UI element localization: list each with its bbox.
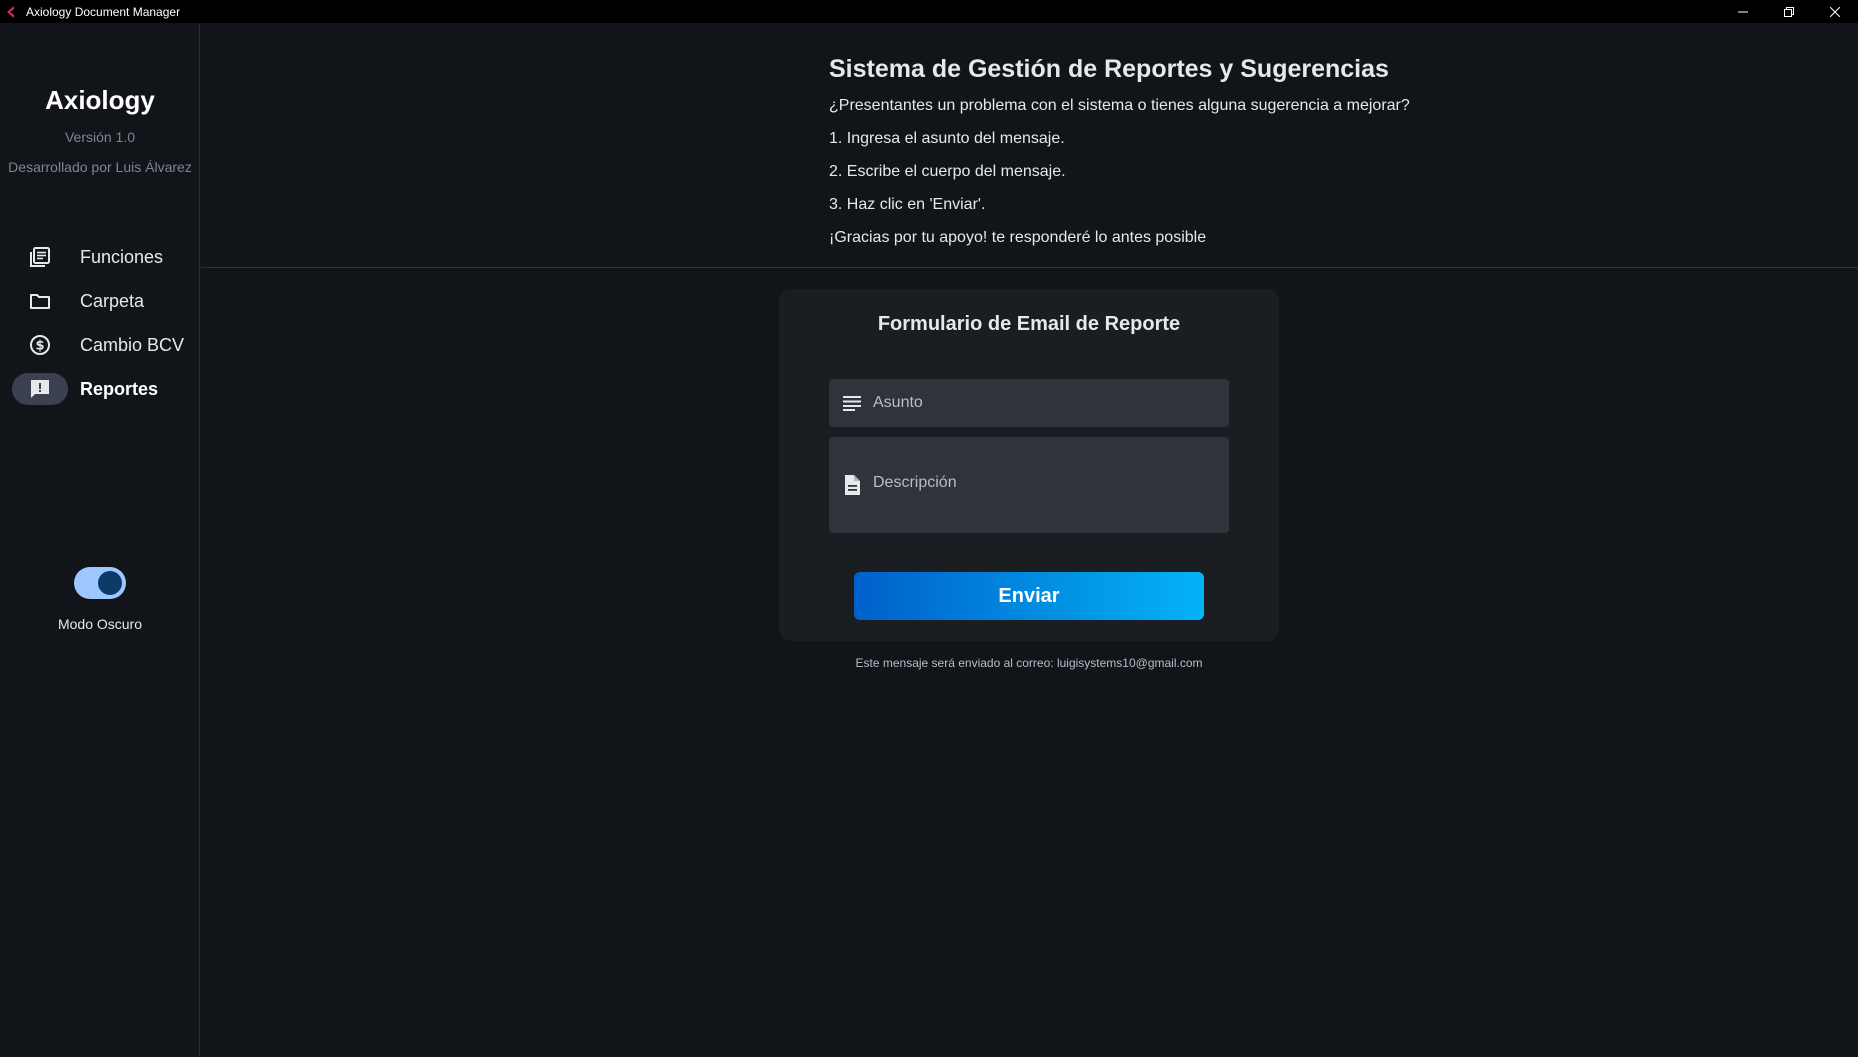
thanks-text: ¡Gracias por tu apoyo! te responderé lo … (829, 229, 1207, 246)
sidebar-item-funciones[interactable]: Funciones (12, 241, 192, 273)
page-header: Sistema de Gestión de Reportes y Sugeren… (201, 23, 1858, 268)
restore-button[interactable] (1766, 0, 1812, 23)
svg-text:$: $ (35, 339, 44, 354)
window-controls (1720, 0, 1858, 23)
library-books-icon (30, 247, 50, 267)
folder-icon (30, 294, 50, 309)
app-brand: Axiology (45, 85, 155, 115)
instruction-step-3: 3. Haz clic en 'Enviar'. (829, 196, 986, 213)
sidebar-item-label: Reportes (80, 378, 159, 399)
report-form-card: Formulario de Email de Reporte Enviar (779, 289, 1279, 641)
restore-icon (1784, 6, 1794, 17)
instruction-step-2: 2. Escribe el cuerpo del mensaje. (829, 163, 1066, 180)
close-button[interactable] (1812, 0, 1858, 23)
close-icon (1830, 6, 1840, 17)
intro-text: ¿Presentantes un problema con el sistema… (829, 97, 1410, 114)
send-button[interactable]: Enviar (854, 572, 1204, 620)
description-input[interactable] (873, 474, 1213, 496)
sidebar-item-label: Cambio BCV (80, 334, 185, 355)
developer-credit: Desarrollado por Luis Álvarez (8, 159, 192, 175)
document-icon (845, 475, 860, 495)
app-logo-icon (7, 5, 14, 18)
sidebar-item-reportes[interactable]: Reportes (12, 373, 192, 405)
sidebar-item-label: Carpeta (80, 290, 145, 311)
window-title-bar: Axiology Document Manager (0, 0, 1858, 23)
instruction-step-1: 1. Ingresa el asunto del mensaje. (829, 130, 1065, 147)
minimize-icon (1738, 11, 1748, 12)
subject-lines-icon (843, 396, 861, 411)
recipient-note: Este mensaje será enviado al correo: lui… (855, 656, 1203, 670)
minimize-button[interactable] (1720, 0, 1766, 23)
sidebar: Axiology Versión 1.0 Desarrollado por Lu… (0, 23, 200, 1057)
app-version: Versión 1.0 (64, 129, 136, 145)
sidebar-item-label: Funciones (80, 246, 164, 267)
dark-mode-toggle[interactable] (74, 567, 126, 599)
feedback-icon (31, 380, 49, 398)
toggle-knob (98, 571, 122, 595)
subject-field[interactable] (829, 379, 1229, 427)
description-field[interactable] (829, 437, 1229, 533)
dark-mode-label: Modo Oscuro (57, 616, 143, 632)
dollar-circle-icon: $ (30, 335, 50, 355)
subject-input[interactable] (873, 394, 1213, 412)
form-title: Formulario de Email de Reporte (877, 313, 1181, 335)
sidebar-item-cambio-bcv[interactable]: $ Cambio BCV (12, 329, 192, 361)
sidebar-item-carpeta[interactable]: Carpeta (12, 285, 192, 317)
window-title: Axiology Document Manager (26, 4, 181, 19)
page-title: Sistema de Gestión de Reportes y Sugeren… (829, 55, 1389, 83)
